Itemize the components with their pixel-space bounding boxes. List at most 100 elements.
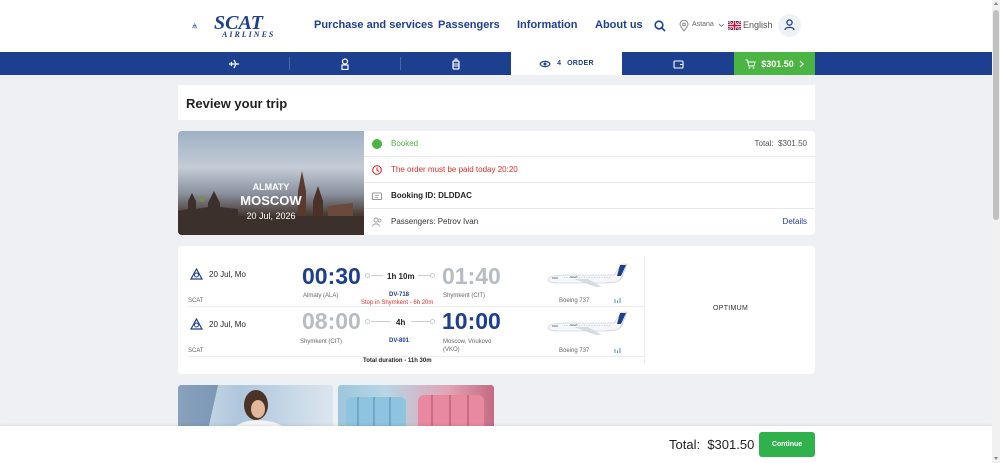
site-header: SCAT AIRLINES Purchase and services Pass… <box>0 0 992 52</box>
booking-id-row: Booking ID: DLDDAC <box>364 183 815 209</box>
promo-image-laptop[interactable] <box>178 385 333 430</box>
route-line <box>411 321 430 322</box>
leg-2-airline: SCAT <box>188 348 204 354</box>
logo-subtext: AIRLINES <box>222 30 276 39</box>
wallet-icon <box>672 59 684 69</box>
user-icon <box>784 19 795 31</box>
booking-id: Booking ID: DLDDAC <box>391 191 472 200</box>
clock-icon <box>372 165 382 175</box>
airplane-icon <box>228 59 239 68</box>
passengers-list: Passengers: Petrov Ivan <box>391 217 479 226</box>
cart-total-price: $301.50 <box>761 58 794 69</box>
continue-button[interactable]: Continue <box>759 432 815 457</box>
payment-deadline-row: The order must be paid today 20:20 <box>364 157 815 183</box>
booking-total: Total: $301.50 <box>754 139 808 148</box>
step-extras[interactable] <box>400 52 511 75</box>
route-end-dot <box>430 319 435 324</box>
leg-1-arrival-time: 01:40 <box>442 263 501 289</box>
leg-2-duration: 4h <box>396 318 406 327</box>
location-pin-icon[interactable] <box>679 20 689 32</box>
promo-image-luggage[interactable] <box>338 385 494 430</box>
leg-2-departure-time: 08:00 <box>302 308 361 334</box>
review-section: Review your trip <box>178 85 815 120</box>
uk-flag-icon[interactable] <box>728 21 741 30</box>
page-title: Review your trip <box>186 96 288 111</box>
scat-logo-icon[interactable] <box>192 14 214 38</box>
checkout-bar: Total: $301.50 Continue <box>0 426 992 463</box>
nav-passengers[interactable]: Passengers <box>438 19 500 31</box>
wifi-icon <box>614 348 621 353</box>
total-duration: Total duration - 11h 30m <box>363 358 432 364</box>
fare-column-divider <box>644 256 645 364</box>
leg-divider <box>188 356 644 357</box>
nav-about-us[interactable]: About us <box>595 19 643 31</box>
origin-city: ALMATY <box>252 182 290 192</box>
aircraft-image: SCAT <box>547 311 628 335</box>
city-selector[interactable]: Astana <box>692 21 714 28</box>
leg-2-departure-airport: Shymkent (CIT) <box>300 339 343 345</box>
step-passengers[interactable] <box>289 52 400 75</box>
leg-2-arrival-time: 10:00 <box>442 308 501 334</box>
details-link[interactable]: Details <box>783 217 807 226</box>
svg-text:SCAT: SCAT <box>570 275 578 279</box>
step-order-active[interactable]: 4 ORDER <box>511 52 622 75</box>
destination-city: MOSCOW <box>240 193 302 208</box>
leg-1-airline: SCAT <box>188 298 204 304</box>
route-start-dot <box>365 273 370 278</box>
eye-icon <box>539 60 551 67</box>
cart-total-button[interactable]: $301.50 <box>734 52 815 75</box>
step-flights[interactable] <box>178 52 289 75</box>
passenger-icon <box>340 57 349 70</box>
route-line <box>371 321 391 322</box>
scat-airline-logo-icon <box>190 318 203 330</box>
step-payment[interactable] <box>622 52 734 75</box>
payment-deadline: The order must be paid today 20:20 <box>391 165 518 174</box>
wifi-icon <box>614 298 621 303</box>
route-line <box>418 275 430 276</box>
ticket-icon <box>372 192 382 200</box>
leg-1-arrival-airport: Shymkent (CIT) <box>443 293 486 299</box>
search-icon[interactable] <box>654 20 666 32</box>
chevron-right-icon <box>799 60 804 67</box>
passengers-icon <box>372 217 382 227</box>
scroll-down-arrow[interactable] <box>994 457 998 460</box>
checkout-total: Total: $301.50 <box>669 437 755 452</box>
leg-1-flight-number: DV-718 <box>389 292 410 298</box>
leg-1-date: 20 Jul, Mo <box>209 270 246 279</box>
step-number: 4 <box>557 60 562 67</box>
scrollbar-thumb[interactable] <box>993 10 999 220</box>
woman-laptop-image <box>178 385 286 430</box>
booking-steps-bar: 4 ORDER $301.50 <box>0 52 992 75</box>
booking-card: ALMATY MOSCOW 20 Jul, 2026 Booked Total:… <box>178 131 815 235</box>
nav-purchase-and-services[interactable]: Purchase and services <box>314 19 433 31</box>
trip-date: 20 Jul, 2026 <box>246 211 296 221</box>
user-account-button[interactable] <box>778 14 801 37</box>
svg-text:SCAT: SCAT <box>570 323 578 327</box>
luggage-icon <box>451 58 460 70</box>
leg-2-aircraft: Boeing 737 <box>559 348 590 354</box>
language-selector[interactable]: English <box>743 20 773 30</box>
leg-2-flight-number: DV-801 <box>389 338 410 344</box>
scat-airline-logo-icon <box>190 268 203 280</box>
route-line <box>371 275 383 276</box>
check-circle-icon <box>372 139 382 149</box>
leg-2-arrival-airport: Moscow, Vnukovo <box>443 339 492 345</box>
page-scrollbar[interactable] <box>992 0 1000 463</box>
suitcases-image <box>346 395 484 430</box>
booking-status-row: Booked Total: $301.50 <box>364 131 815 157</box>
leg-1-departure-airport: Almaty (ALA) <box>303 293 339 299</box>
leg-1-departure-time: 00:30 <box>302 263 361 289</box>
booking-status: Booked <box>391 139 419 148</box>
scroll-up-arrow[interactable] <box>994 2 998 5</box>
fare-name: OPTIMUM <box>713 305 749 312</box>
aircraft-image: SCAT <box>547 263 628 287</box>
nav-information[interactable]: Information <box>517 19 578 31</box>
itinerary-card[interactable]: 20 Jul, Mo SCAT 00:30 Almaty (ALA) 1h 10… <box>178 246 815 374</box>
destination-photo: ALMATY MOSCOW 20 Jul, 2026 <box>178 131 364 235</box>
leg-2-arrival-airport-code: (VKO) <box>443 347 460 353</box>
cart-icon <box>745 58 756 69</box>
route-start-dot <box>365 319 370 324</box>
passengers-row: Passengers: Petrov Ivan Details <box>364 209 815 235</box>
leg-2-date: 20 Jul, Mo <box>209 320 246 329</box>
chevron-down-icon[interactable] <box>718 23 725 28</box>
